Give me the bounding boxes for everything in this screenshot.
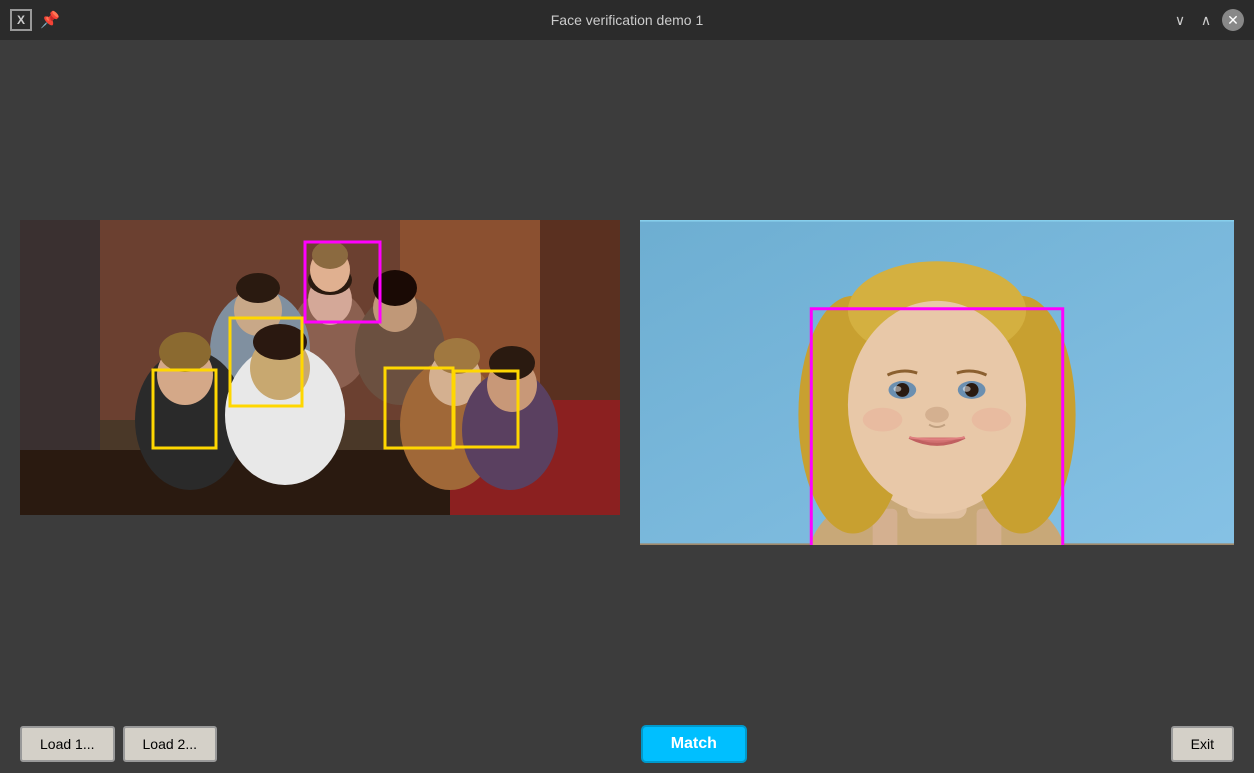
right-image-container	[640, 220, 1234, 545]
maximize-button[interactable]: ∧	[1196, 10, 1216, 30]
title-bar: X 📌 Face verification demo 1 ∨ ∧ ✕	[0, 0, 1254, 40]
window-title: Face verification demo 1	[551, 12, 704, 28]
images-row	[20, 220, 1234, 545]
title-bar-controls: ∨ ∧ ✕	[1170, 9, 1244, 31]
single-photo	[640, 220, 1234, 545]
exit-button[interactable]: Exit	[1171, 726, 1234, 762]
load-buttons: Load 1... Load 2...	[20, 726, 217, 762]
main-content: Load 1... Load 2... Match Exit	[0, 40, 1254, 773]
minimize-button[interactable]: ∨	[1170, 10, 1190, 30]
x-logo-icon: X	[10, 9, 32, 31]
left-image-container	[20, 220, 620, 515]
load2-button[interactable]: Load 2...	[123, 726, 218, 762]
bottom-controls: Load 1... Load 2... Match Exit	[0, 725, 1254, 763]
group-photo-svg	[20, 220, 620, 515]
close-button[interactable]: ✕	[1222, 9, 1244, 31]
single-photo-svg	[640, 220, 1234, 545]
load1-button[interactable]: Load 1...	[20, 726, 115, 762]
group-photo	[20, 220, 620, 515]
title-bar-left: X 📌	[10, 9, 60, 31]
pin-icon[interactable]: 📌	[40, 10, 60, 30]
match-button[interactable]: Match	[641, 725, 747, 763]
